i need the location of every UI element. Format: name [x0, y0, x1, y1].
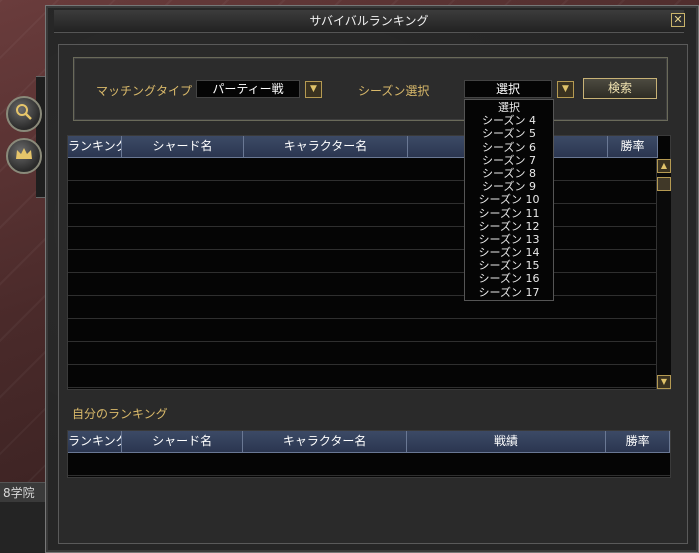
- season-option[interactable]: シーズン 12: [465, 220, 553, 233]
- season-select[interactable]: 選択: [464, 80, 552, 98]
- ranking-table-header: ランキング シャード名 キャラクター名 戦績 勝率: [68, 136, 670, 158]
- table-row[interactable]: [68, 453, 670, 476]
- background-label: 8学院: [0, 482, 50, 502]
- side-crown-button[interactable]: [6, 138, 42, 174]
- table-row[interactable]: [68, 296, 656, 319]
- season-label: シーズン選択: [358, 84, 430, 98]
- season-option[interactable]: シーズン 9: [465, 180, 553, 193]
- col-win-rate: 勝率: [608, 136, 658, 158]
- season-option[interactable]: シーズン 5: [465, 127, 553, 140]
- table-row[interactable]: [68, 250, 656, 273]
- chevron-down-icon: ▼: [310, 84, 317, 94]
- search-icon: [15, 103, 33, 126]
- col-ranking: ランキング: [68, 431, 122, 453]
- search-button[interactable]: 検索: [583, 78, 657, 99]
- table-row[interactable]: [68, 273, 656, 296]
- col-shard-name: シャード名: [121, 431, 244, 453]
- table-row[interactable]: [68, 181, 656, 204]
- table-row[interactable]: [68, 319, 656, 342]
- season-dropdown-list: 選択 シーズン 4 シーズン 5 シーズン 6 シーズン 7 シーズン 8 シー…: [464, 99, 554, 301]
- close-button[interactable]: ✕: [671, 13, 685, 27]
- my-ranking-body: [68, 453, 670, 476]
- season-option[interactable]: シーズン 16: [465, 272, 553, 285]
- my-ranking-table: ランキング シャード名 キャラクター名 戦績 勝率: [67, 430, 671, 478]
- col-win-rate: 勝率: [606, 431, 670, 453]
- table-row[interactable]: [68, 204, 656, 227]
- side-search-button[interactable]: [6, 96, 42, 132]
- scroll-up-button[interactable]: ▲: [657, 159, 671, 173]
- table-row[interactable]: [68, 342, 656, 365]
- season-option[interactable]: シーズン 8: [465, 167, 553, 180]
- ranking-table-body: [68, 158, 656, 388]
- season-option[interactable]: シーズン 7: [465, 154, 553, 167]
- col-record: 戦績: [406, 431, 607, 453]
- season-option[interactable]: シーズン 11: [465, 207, 553, 220]
- col-ranking: ランキング: [68, 136, 122, 158]
- my-ranking-table-header: ランキング シャード名 キャラクター名 戦績 勝率: [68, 431, 670, 453]
- season-option[interactable]: シーズン 10: [465, 193, 553, 206]
- background-panel: [0, 502, 50, 553]
- matching-type-label: マッチングタイプ: [96, 84, 193, 98]
- col-character-name: キャラクター名: [244, 136, 408, 158]
- chevron-down-icon: ▼: [562, 84, 569, 94]
- my-ranking-label: 自分のランキング: [72, 407, 168, 421]
- col-character-name: キャラクター名: [243, 431, 407, 453]
- season-option[interactable]: シーズン 15: [465, 259, 553, 272]
- ranking-table: ランキング シャード名 キャラクター名 戦績 勝率: [67, 135, 671, 390]
- table-row[interactable]: [68, 227, 656, 250]
- scroll-thumb[interactable]: [657, 177, 671, 191]
- close-icon: ✕: [673, 13, 683, 26]
- title-bar[interactable]: サバイバルランキング: [54, 10, 684, 33]
- matching-type-select[interactable]: パーティー戦: [196, 80, 300, 98]
- season-option[interactable]: シーズン 14: [465, 246, 553, 259]
- season-option[interactable]: 選択: [465, 101, 553, 114]
- table-row[interactable]: [68, 365, 656, 388]
- window-title: サバイバルランキング: [309, 14, 429, 28]
- season-option[interactable]: シーズン 4: [465, 114, 553, 127]
- season-option[interactable]: シーズン 13: [465, 233, 553, 246]
- season-option[interactable]: シーズン 17: [465, 286, 553, 299]
- col-shard-name: シャード名: [122, 136, 244, 158]
- table-row[interactable]: [68, 158, 656, 181]
- crown-icon: [14, 146, 34, 167]
- season-dropdown-button[interactable]: ▼: [557, 81, 574, 98]
- scroll-down-button[interactable]: ▼: [657, 375, 671, 389]
- matching-type-dropdown-button[interactable]: ▼: [305, 81, 322, 98]
- season-option[interactable]: シーズン 6: [465, 141, 553, 154]
- ranking-scrollbar[interactable]: ▲ ▼: [656, 159, 671, 389]
